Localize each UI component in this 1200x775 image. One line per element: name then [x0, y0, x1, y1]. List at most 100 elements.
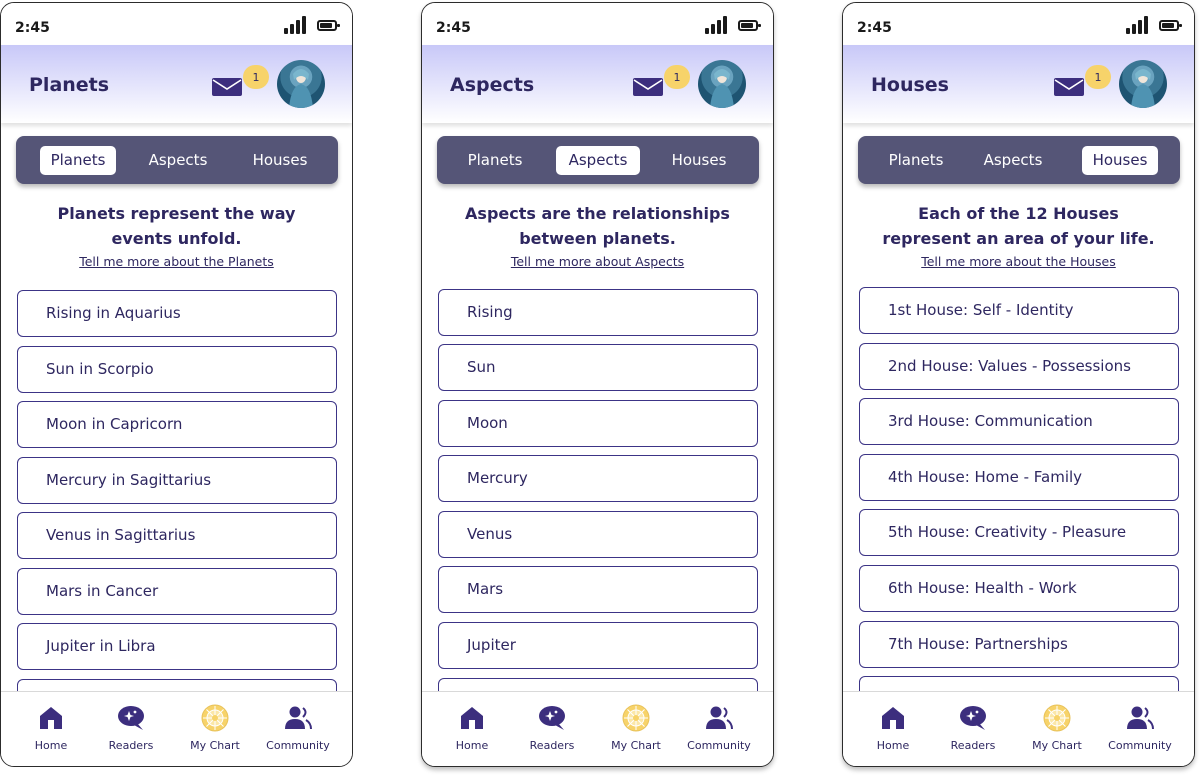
bottom-nav: Home Readers My Chart Community: [843, 691, 1194, 766]
signal-icon: [705, 16, 731, 34]
phone-screen-aspects: 2:45 Aspects 1 Planets Aspects Houses As…: [421, 2, 774, 767]
list-item[interactable]: Rising: [438, 289, 758, 336]
nav-home-label: Home: [455, 739, 489, 752]
nav-home[interactable]: Home: [853, 692, 933, 766]
mail-icon[interactable]: [212, 78, 242, 96]
list-item[interactable]: Mars: [438, 566, 758, 613]
chart-wheel-icon: [1043, 704, 1071, 732]
nav-readers[interactable]: Readers: [933, 692, 1013, 766]
nav-community[interactable]: Community: [679, 692, 759, 766]
home-icon: [882, 707, 904, 729]
tab-houses[interactable]: Houses: [1082, 146, 1158, 175]
mail-icon[interactable]: [1054, 78, 1084, 96]
phone-screen-planets: 2:45 Planets 1 Planets Aspects Houses Pl…: [0, 2, 353, 767]
app-header: Planets 1: [1, 45, 352, 123]
segmented-tabs: Planets Aspects Houses: [437, 136, 759, 184]
status-bar: 2:45: [422, 3, 773, 45]
notification-badge: 1: [243, 65, 269, 89]
tab-aspects[interactable]: Aspects: [140, 146, 216, 175]
list-item[interactable]: 5th House: Creativity - Pleasure: [859, 509, 1179, 556]
segmented-tabs: Planets Aspects Houses: [16, 136, 338, 184]
list-item[interactable]: 1st House: Self - Identity: [859, 287, 1179, 334]
list-item[interactable]: Jupiter: [438, 622, 758, 669]
mail-icon[interactable]: [633, 78, 663, 96]
tab-houses[interactable]: Houses: [242, 146, 318, 175]
list-item[interactable]: Mercury in Sagittarius: [17, 457, 337, 504]
signal-icon: [1126, 16, 1152, 34]
status-bar: 2:45: [1, 3, 352, 45]
list-item[interactable]: Sun: [438, 344, 758, 391]
tab-aspects[interactable]: Aspects: [556, 146, 640, 175]
page-title: Planets: [29, 74, 110, 96]
intro-line-2: represent an area of your life.: [882, 229, 1155, 248]
nav-mychart[interactable]: My Chart: [1017, 692, 1097, 766]
nav-readers[interactable]: Readers: [91, 692, 171, 766]
bottom-nav: Home Readers My Chart Community: [422, 691, 773, 766]
tab-planets[interactable]: Planets: [453, 146, 537, 175]
nav-community-label: Community: [266, 739, 330, 752]
intro-text: Planets represent the way events unfold.: [1, 201, 352, 251]
community-icon: [1127, 706, 1154, 730]
nav-readers[interactable]: Readers: [512, 692, 592, 766]
nav-home[interactable]: Home: [11, 692, 91, 766]
learn-more-link[interactable]: Tell me more about the Houses: [843, 254, 1194, 269]
intro-line-1: Each of the 12 Houses: [918, 204, 1119, 223]
list-item[interactable]: Sun in Scorpio: [17, 346, 337, 393]
nav-community-label: Community: [1108, 739, 1172, 752]
status-time: 2:45: [15, 20, 50, 36]
battery-icon: [738, 20, 761, 31]
readers-chat-icon: [118, 706, 144, 730]
nav-home-label: Home: [34, 739, 68, 752]
list-item[interactable]: 7th House: Partnerships: [859, 621, 1179, 668]
list-item[interactable]: Venus in Sagittarius: [17, 512, 337, 559]
intro-line-1: Planets represent the way: [57, 204, 296, 223]
list-item[interactable]: Rising in Aquarius: [17, 290, 337, 337]
segmented-tabs: Planets Aspects Houses: [858, 136, 1180, 184]
app-header: Houses 1: [843, 45, 1194, 123]
list-item[interactable]: Jupiter in Libra: [17, 623, 337, 670]
list-item[interactable]: Moon: [438, 400, 758, 447]
intro-line-2: between planets.: [519, 229, 676, 248]
nav-mychart[interactable]: My Chart: [596, 692, 676, 766]
list-item[interactable]: Mercury: [438, 455, 758, 502]
avatar[interactable]: [277, 60, 325, 108]
battery-icon: [317, 20, 340, 31]
page-title: Houses: [871, 74, 949, 96]
intro-line-2: events unfold.: [111, 229, 242, 248]
list-item[interactable]: Mars in Cancer: [17, 568, 337, 615]
nav-community[interactable]: Community: [1100, 692, 1180, 766]
home-icon: [40, 707, 62, 729]
nav-home[interactable]: Home: [432, 692, 512, 766]
learn-more-link[interactable]: Tell me more about Aspects: [422, 254, 773, 269]
tab-planets[interactable]: Planets: [874, 146, 958, 175]
tab-houses[interactable]: Houses: [659, 146, 739, 175]
list-item[interactable]: 2nd House: Values - Possessions: [859, 343, 1179, 390]
nav-community[interactable]: Community: [258, 692, 338, 766]
status-bar: 2:45: [843, 3, 1194, 45]
intro-line-1: Aspects are the relationships: [465, 204, 730, 223]
list-item[interactable]: Venus: [438, 511, 758, 558]
avatar[interactable]: [1119, 60, 1167, 108]
chart-wheel-icon: [622, 704, 650, 732]
list-item[interactable]: 4th House: Home - Family: [859, 454, 1179, 501]
nav-mychart-label: My Chart: [190, 739, 240, 752]
chart-wheel-icon: [201, 704, 229, 732]
intro-text: Aspects are the relationships between pl…: [422, 201, 773, 251]
community-icon: [706, 706, 733, 730]
notification-badge: 1: [664, 65, 690, 89]
nav-mychart[interactable]: My Chart: [175, 692, 255, 766]
page-title: Aspects: [450, 74, 535, 96]
learn-more-link[interactable]: Tell me more about the Planets: [1, 254, 352, 269]
tab-planets[interactable]: Planets: [40, 146, 116, 175]
list-item[interactable]: 6th House: Health - Work: [859, 565, 1179, 612]
readers-chat-icon: [539, 706, 565, 730]
community-icon: [285, 706, 312, 730]
home-icon: [461, 707, 483, 729]
tab-aspects[interactable]: Aspects: [971, 146, 1055, 175]
intro-text: Each of the 12 Houses represent an area …: [843, 201, 1194, 251]
list-item[interactable]: 3rd House: Communication: [859, 398, 1179, 445]
avatar[interactable]: [698, 60, 746, 108]
list-item[interactable]: Moon in Capricorn: [17, 401, 337, 448]
status-time: 2:45: [857, 20, 892, 36]
nav-mychart-label: My Chart: [611, 739, 661, 752]
